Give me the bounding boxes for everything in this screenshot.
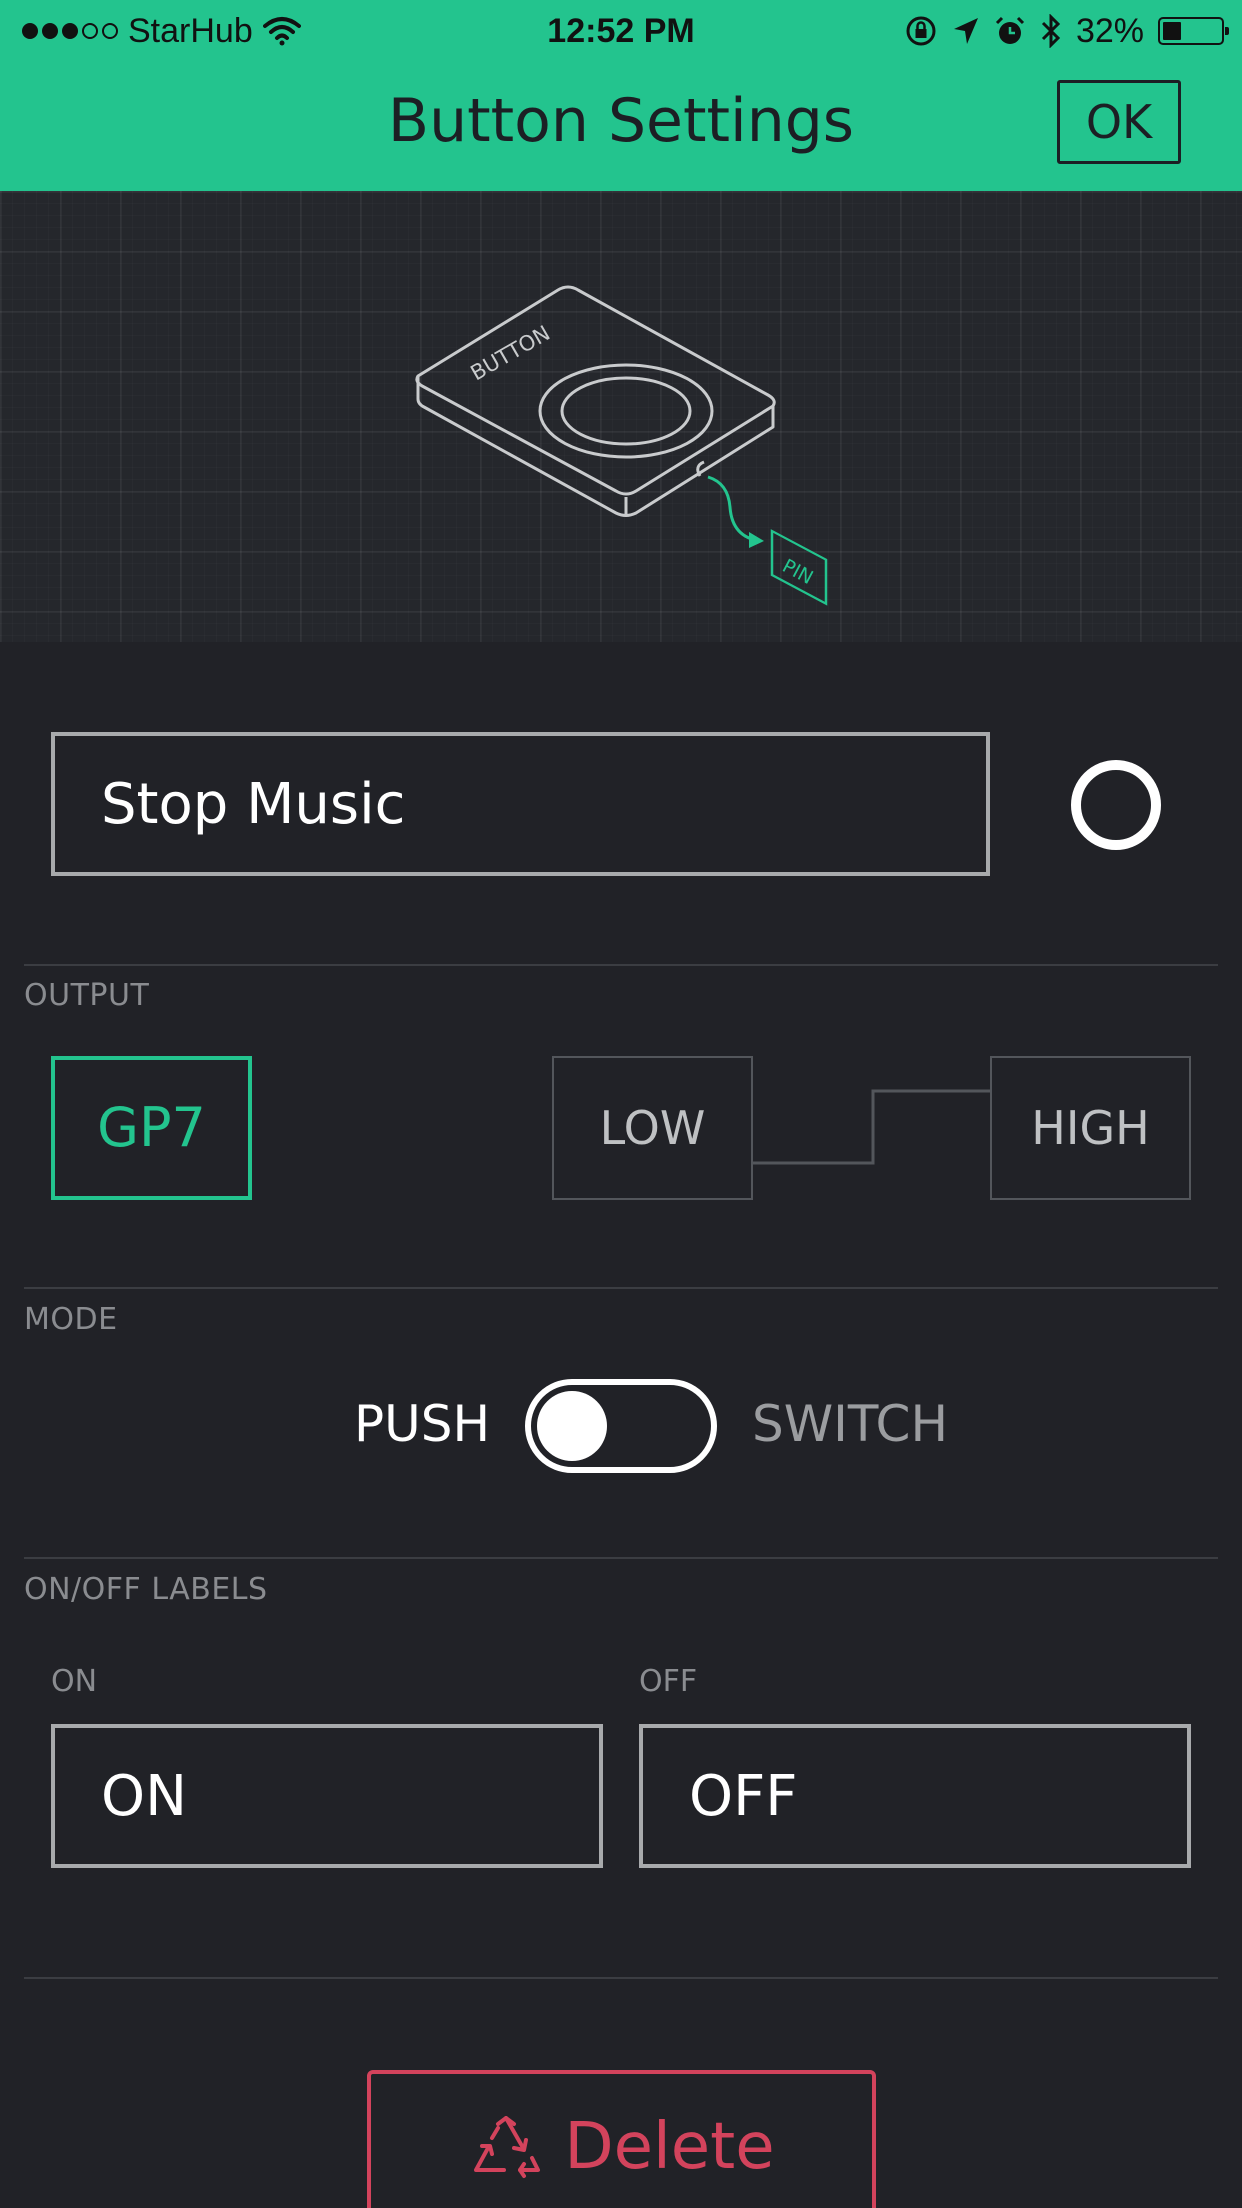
rotation-lock-icon xyxy=(906,16,936,46)
bluetooth-icon xyxy=(1041,14,1061,48)
divider xyxy=(24,964,1218,966)
on-label-caption: ON xyxy=(51,1664,98,1699)
toggle-knob xyxy=(537,1391,607,1461)
divider xyxy=(24,1977,1218,1979)
output-high-input[interactable]: HIGH xyxy=(990,1056,1191,1200)
pin-select-button[interactable]: GP7 xyxy=(51,1056,252,1200)
off-label-caption: OFF xyxy=(639,1664,698,1699)
delete-label: Delete xyxy=(564,2110,775,2184)
mode-section-label: MODE xyxy=(24,1302,118,1337)
status-icons: 32% xyxy=(904,8,1229,54)
off-label-input[interactable] xyxy=(639,1724,1191,1868)
labels-section-label: ON/OFF LABELS xyxy=(24,1572,268,1607)
divider xyxy=(24,1287,1218,1289)
illustration-pin-label: PIN xyxy=(779,555,817,589)
illustration-button-label: BUTTON xyxy=(467,321,555,385)
ok-button[interactable]: OK xyxy=(1057,80,1181,164)
mode-switch-label[interactable]: SWITCH xyxy=(752,1384,948,1464)
color-picker-button[interactable] xyxy=(1071,760,1161,850)
widget-name-input[interactable] xyxy=(51,732,990,876)
delete-button[interactable]: Delete xyxy=(367,2070,876,2208)
alarm-icon xyxy=(995,16,1024,44)
mode-toggle-switch[interactable] xyxy=(525,1379,717,1473)
on-label-input[interactable] xyxy=(51,1724,603,1868)
divider xyxy=(24,1557,1218,1559)
output-low-input[interactable]: LOW xyxy=(552,1056,753,1200)
recycle-icon xyxy=(474,2116,541,2178)
battery-percent: 32% xyxy=(1075,12,1144,50)
output-section-label: OUTPUT xyxy=(24,978,150,1013)
page-title: Button Settings xyxy=(387,86,855,156)
battery-icon xyxy=(1158,17,1229,45)
button-device-illustration: BUTTON PIN xyxy=(415,285,828,606)
location-icon xyxy=(953,18,978,44)
widget-illustration: BUTTON PIN xyxy=(0,191,1242,642)
mode-push-label[interactable]: PUSH xyxy=(354,1384,490,1464)
